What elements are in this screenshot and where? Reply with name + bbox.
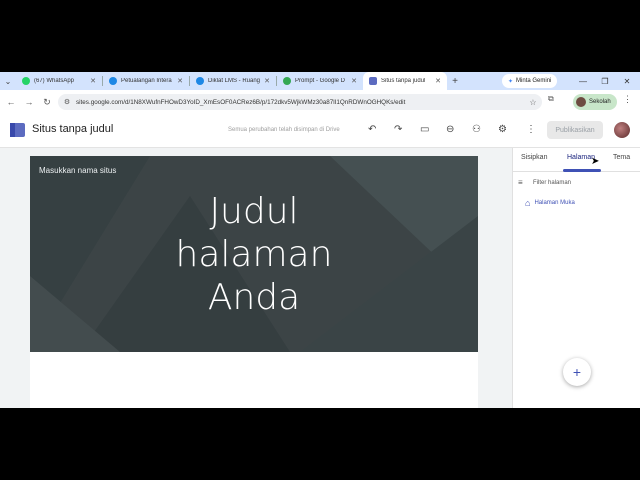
site-favicon-icon xyxy=(196,77,204,85)
sites-app-bar: Situs tanpa judul Semua perubahan telah … xyxy=(0,114,640,148)
plus-icon: + xyxy=(572,364,582,380)
minimize-button[interactable]: — xyxy=(572,72,594,90)
restore-button[interactable]: ❐ xyxy=(594,72,616,90)
browser-tab-prompt[interactable]: Prompt - Google D ✕ xyxy=(277,72,363,90)
preview-icon[interactable]: ▭ xyxy=(420,124,429,135)
back-button[interactable]: ← xyxy=(2,90,20,114)
active-tab-indicator xyxy=(563,169,601,172)
panel-tabs: Sisipkan Halaman Tema ➤ xyxy=(513,148,640,172)
forward-button[interactable]: → xyxy=(20,90,38,114)
tune-icon[interactable]: ⚙ xyxy=(58,98,76,106)
browser-tab-whatsapp[interactable]: (67) WhatsApp ✕ xyxy=(16,72,102,90)
filter-icon: ≡ xyxy=(518,178,523,187)
add-person-icon[interactable]: ⚇ xyxy=(472,124,481,135)
close-icon[interactable]: ✕ xyxy=(90,77,96,85)
add-page-button[interactable]: + xyxy=(563,358,591,386)
back-icon: ← xyxy=(6,97,16,107)
browser-tab-petualangan[interactable]: Petualangan Intera ✕ xyxy=(103,72,189,90)
close-icon[interactable]: ✕ xyxy=(264,77,270,85)
site-favicon-icon xyxy=(109,77,117,85)
pointer-icon: ➤ xyxy=(591,156,600,167)
editor-canvas: Masukkan nama situs Judul halaman Anda xyxy=(0,148,512,408)
plus-icon: + xyxy=(452,75,458,87)
screen-frame: ⌄ (67) WhatsApp ✕ Petualangan Intera ✕ D… xyxy=(0,72,640,408)
link-icon[interactable]: ⊖ xyxy=(446,124,454,135)
home-icon: ⌂ xyxy=(525,198,531,208)
star-icon[interactable]: ☆ xyxy=(524,98,542,107)
tab-title: Prompt - Google D xyxy=(295,78,346,84)
tab-title: Situs tanpa judul xyxy=(381,78,426,84)
minimize-icon: — xyxy=(579,76,587,86)
new-tab-button[interactable]: + xyxy=(447,76,463,87)
gemini-icon: ✦ xyxy=(508,78,514,85)
browser-tab-strip: ⌄ (67) WhatsApp ✕ Petualangan Intera ✕ D… xyxy=(0,72,640,90)
page-item-label: Halaman Muka xyxy=(534,200,575,206)
tab-sisipkan[interactable]: Sisipkan xyxy=(521,154,547,161)
browser-toolbar: ← → ↻ ⚙ sites.google.com/d/1N8XWufnFHOwD… xyxy=(0,90,640,114)
filter-pages-input[interactable]: Filter halaman xyxy=(533,180,571,186)
gemini-button[interactable]: ✦ Minta Gemini xyxy=(502,74,558,88)
avatar xyxy=(576,97,586,107)
tab-search-button[interactable]: ⌄ xyxy=(0,72,16,90)
forward-icon: → xyxy=(24,97,34,107)
page-list-item[interactable]: ⌂ Halaman Muka xyxy=(525,198,575,208)
close-icon: ✕ xyxy=(623,76,631,86)
tab-title: (67) WhatsApp xyxy=(34,78,75,84)
redo-icon[interactable]: ↷ xyxy=(394,124,402,135)
chevron-down-icon: ⌄ xyxy=(4,76,12,86)
close-icon[interactable]: ✕ xyxy=(351,77,357,85)
page-title[interactable]: Judul halaman Anda xyxy=(150,190,358,319)
url-text[interactable]: sites.google.com/d/1N8XWufnFHOwD3YoID_Xm… xyxy=(76,99,524,106)
gemini-label: Minta Gemini xyxy=(516,78,552,84)
site-name-input[interactable]: Masukkan nama situs xyxy=(39,166,116,175)
undo-icon[interactable]: ↶ xyxy=(368,124,376,135)
save-status: Semua perubahan telah disimpan di Drive xyxy=(228,127,340,133)
restore-icon: ❐ xyxy=(601,76,609,86)
side-panel: Sisipkan Halaman Tema ➤ ≡ Filter halaman… xyxy=(512,148,640,408)
publish-button[interactable]: Publikasikan xyxy=(547,121,603,139)
reload-button[interactable]: ↻ xyxy=(38,90,56,114)
document-title[interactable]: Situs tanpa judul xyxy=(32,123,113,135)
header-banner[interactable]: Masukkan nama situs Judul halaman Anda xyxy=(30,156,478,352)
tab-tema[interactable]: Tema xyxy=(613,154,630,161)
close-window-button[interactable]: ✕ xyxy=(616,72,638,90)
address-bar[interactable]: ⚙ sites.google.com/d/1N8XWufnFHOwD3YoID_… xyxy=(58,94,542,110)
reload-icon: ↻ xyxy=(43,96,51,107)
tab-title: Diklat LMS - Ruang xyxy=(208,78,261,84)
kebab-icon[interactable]: ⋮ xyxy=(623,94,632,105)
profile-label: Sekolah xyxy=(589,99,611,105)
close-icon[interactable]: ✕ xyxy=(177,77,183,85)
browser-tab-situs[interactable]: Situs tanpa judul ✕ xyxy=(363,72,447,90)
gear-icon[interactable]: ⚙ xyxy=(498,124,507,135)
whatsapp-icon xyxy=(22,77,30,85)
avatar[interactable] xyxy=(614,122,630,138)
browser-tab-diklat[interactable]: Diklat LMS - Ruang ✕ xyxy=(190,72,276,90)
google-sites-logo-icon[interactable] xyxy=(10,123,25,137)
tab-title: Petualangan Intera xyxy=(121,78,172,84)
kebab-icon[interactable]: ⋮ xyxy=(526,124,536,135)
profile-chip[interactable]: Sekolah xyxy=(573,94,617,110)
canvas-scrollbar[interactable] xyxy=(505,148,512,408)
close-icon[interactable]: ✕ xyxy=(435,77,441,85)
site-page[interactable]: Masukkan nama situs Judul halaman Anda xyxy=(30,156,478,408)
google-docs-icon xyxy=(283,77,291,85)
extensions-icon[interactable]: ⧉ xyxy=(548,94,554,104)
google-sites-icon xyxy=(369,77,377,85)
